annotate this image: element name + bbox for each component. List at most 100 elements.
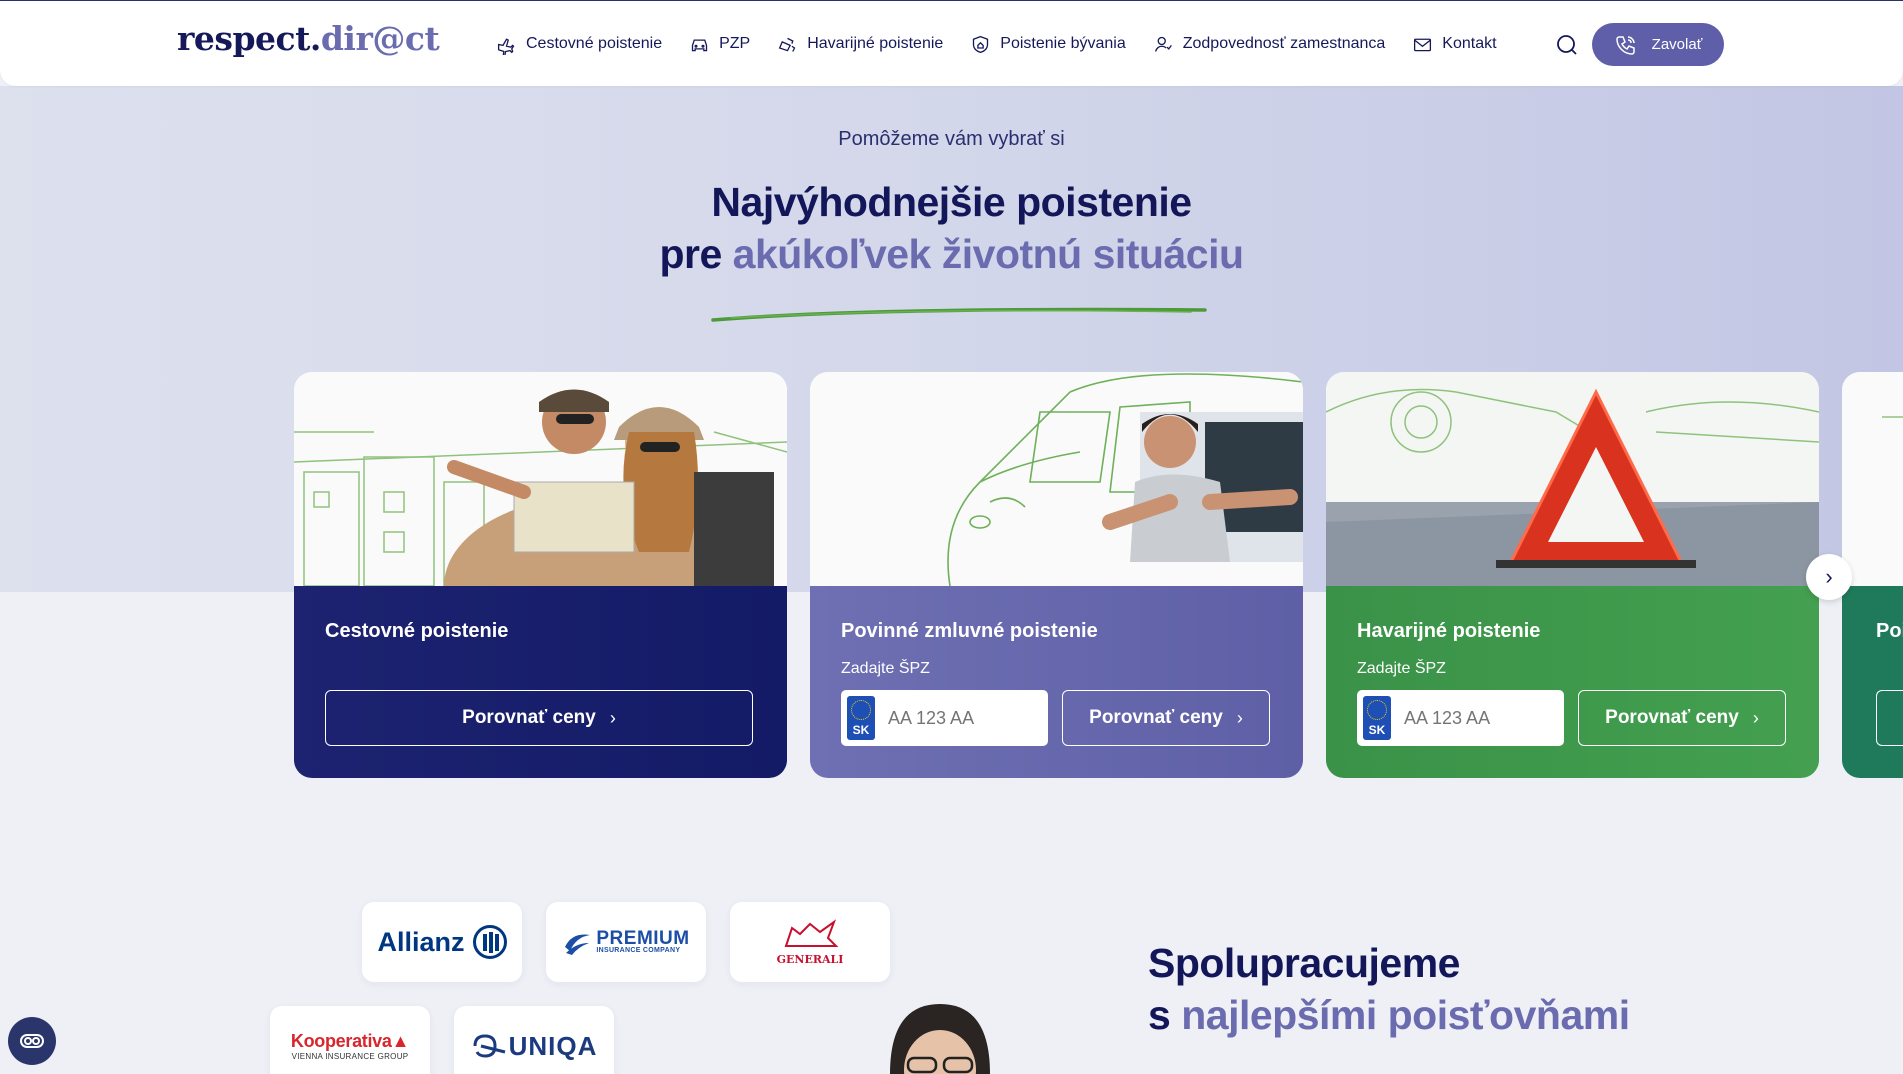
card-travel: Cestovné poistenie Porovnať ceny › (294, 372, 787, 778)
uniqa-text: UNIQA (508, 1030, 598, 1061)
eu-stars (1367, 700, 1387, 720)
allianz-wordmark: Allianz (377, 925, 507, 959)
card-body: Havarijné poistenie Zadajte ŠPZ SK Porov… (1326, 586, 1819, 778)
plate-input[interactable] (1404, 707, 1554, 729)
card-pzp: Povinné zmluvné poistenie Zadajte ŠPZ SK… (810, 372, 1303, 778)
premium-swoosh-icon (565, 934, 591, 955)
search-icon (1557, 35, 1577, 55)
site-header: respect.dir@ct Cestovné poistenie PZP Ha… (0, 0, 1903, 86)
hero-title-line2: pre akúkoľvek životnú situáciu (0, 228, 1903, 280)
housing-illustration (1882, 416, 1903, 418)
nav-label: Zodpovednosť zamestnanca (1182, 35, 1386, 52)
hero-title-accent: akúkoľvek životnú situáciu (732, 231, 1244, 277)
premium-text: PREMIUM (596, 928, 690, 949)
button-label: Porovnať ceny (462, 707, 596, 728)
country-code: SK (1368, 723, 1386, 737)
nav-item-liability[interactable]: Zodpovednosť zamestnanca (1153, 34, 1386, 55)
travel-image (294, 372, 787, 586)
chevron-right-icon: › (1825, 564, 1833, 589)
compare-prices-button[interactable]: Porovnať ceny › (1578, 690, 1786, 746)
mail-icon (1414, 38, 1432, 51)
call-button[interactable]: Zavolať (1592, 23, 1724, 66)
nav-label: Cestovné poistenie (526, 35, 663, 52)
plate-input[interactable] (888, 707, 1038, 729)
hero-kicker: Pomôžeme vám vybrať si (838, 128, 1065, 150)
search-button[interactable] (1555, 33, 1579, 57)
crash-image (1326, 372, 1819, 586)
card-body: Povinné zmluvné poistenie Zadajte ŠPZ SK… (810, 586, 1303, 778)
chevron-right-icon: › (1236, 707, 1243, 728)
person-icon (1154, 36, 1172, 52)
allianz-text: Allianz (377, 926, 465, 957)
carousel-next-button[interactable]: › (1806, 554, 1852, 600)
toggle-icon (20, 1034, 44, 1048)
hero-title: Najvýhodnejšie poistenie pre akúkoľvek ž… (0, 176, 1903, 280)
main-nav: Cestovné poistenie PZP Havarijné poisten… (496, 29, 1524, 59)
partner-logo-uniqa[interactable]: UNIQA (454, 1006, 614, 1074)
eu-flag-icon: SK (847, 696, 875, 740)
house-shield-icon (973, 35, 989, 53)
partner-logo-kooperativa[interactable]: Kooperativa▲ VIENNA INSURANCE GROUP (270, 1006, 430, 1074)
car-icon (691, 38, 708, 51)
compare-prices-button[interactable]: Porovnať ceny › (1062, 690, 1270, 746)
chevron-right-icon: › (609, 707, 616, 728)
partners-title-plain: s (1148, 992, 1171, 1038)
card-subtitle: Zadajte ŠPZ (1357, 660, 1446, 677)
logo-main: respect. (177, 19, 321, 58)
card-title: Poi (1876, 620, 1903, 642)
eu-stars (851, 700, 871, 720)
generali-text: GENERALI (776, 953, 844, 966)
card-body: Poi (1842, 586, 1903, 778)
partner-logo-premium[interactable]: PREMIUM INSURANCE COMPANY (546, 902, 706, 982)
hero-title-plain: pre (659, 231, 722, 277)
partners-title-line2: s najlepšími poisťovňami (1148, 989, 1630, 1041)
partner-logo-generali[interactable]: GENERALI (730, 902, 890, 982)
nav-label: Havarijné poistenie (807, 35, 944, 52)
chevron-right-icon: › (1752, 707, 1759, 728)
button-label: Porovnať ceny (1089, 707, 1223, 728)
logo[interactable]: respect.dir@ct (177, 19, 440, 58)
uniqa-symbol-icon (473, 1034, 505, 1058)
country-code: SK (852, 723, 870, 737)
call-label: Zavolať (1651, 36, 1703, 53)
premium-wordmark: PREMIUM INSURANCE COMPANY (562, 927, 689, 957)
premium-subtext: INSURANCE COMPANY (596, 947, 681, 954)
plate-input-field[interactable]: SK (1357, 690, 1564, 746)
phone-icon (1615, 35, 1635, 55)
nav-item-contact[interactable]: Kontakt (1412, 34, 1497, 55)
logo-accent: dir@ct (320, 19, 440, 58)
compare-prices-button[interactable]: Porovnať ceny › (325, 690, 753, 746)
eu-flag-icon: SK (1363, 696, 1391, 740)
button-label: Porovnať ceny (1605, 707, 1739, 728)
card-button-partial[interactable] (1876, 690, 1903, 746)
accessibility-button[interactable] (8, 1017, 56, 1065)
nav-item-travel[interactable]: Cestovné poistenie (496, 34, 662, 55)
nav-label: Kontakt (1442, 35, 1497, 52)
car-driver-illustration (947, 373, 1303, 586)
plate-input-field[interactable]: SK (841, 690, 1048, 746)
housing-image (1842, 372, 1903, 586)
card-title: Cestovné poistenie (325, 620, 509, 642)
warning-triangle-illustration (1326, 388, 1819, 586)
nav-item-housing[interactable]: Poistenie bývania (970, 34, 1126, 55)
card-body: Cestovné poistenie Porovnať ceny › (294, 586, 787, 778)
generali-wordmark: GENERALI (776, 918, 844, 966)
kooperativa-triangle-icon: ▲ (391, 1031, 410, 1051)
kooperativa-wordmark: Kooperativa▲ VIENNA INSURANCE GROUP (290, 1031, 410, 1061)
nav-item-pzp[interactable]: PZP (689, 34, 750, 55)
partner-logo-allianz[interactable]: Allianz (362, 902, 522, 982)
travel-illustration (294, 389, 787, 586)
pzp-image (810, 372, 1303, 586)
nav-label: Poistenie bývania (1000, 35, 1126, 52)
partners-title-line1: Spolupracujeme (1148, 940, 1460, 986)
allianz-symbol (472, 925, 507, 959)
uniqa-wordmark: UNIQA (471, 1031, 598, 1062)
kooperativa-text: Kooperativa (290, 1031, 392, 1051)
generali-lion-icon (784, 919, 839, 947)
nav-label: PZP (719, 35, 751, 52)
kooperativa-subtext: VIENNA INSURANCE GROUP (291, 1052, 409, 1061)
nav-item-crash[interactable]: Havarijné poistenie (777, 34, 943, 55)
card-title: Povinné zmluvné poistenie (841, 620, 1098, 642)
hero-underline (711, 307, 1207, 322)
advisor-photo (890, 1004, 990, 1074)
